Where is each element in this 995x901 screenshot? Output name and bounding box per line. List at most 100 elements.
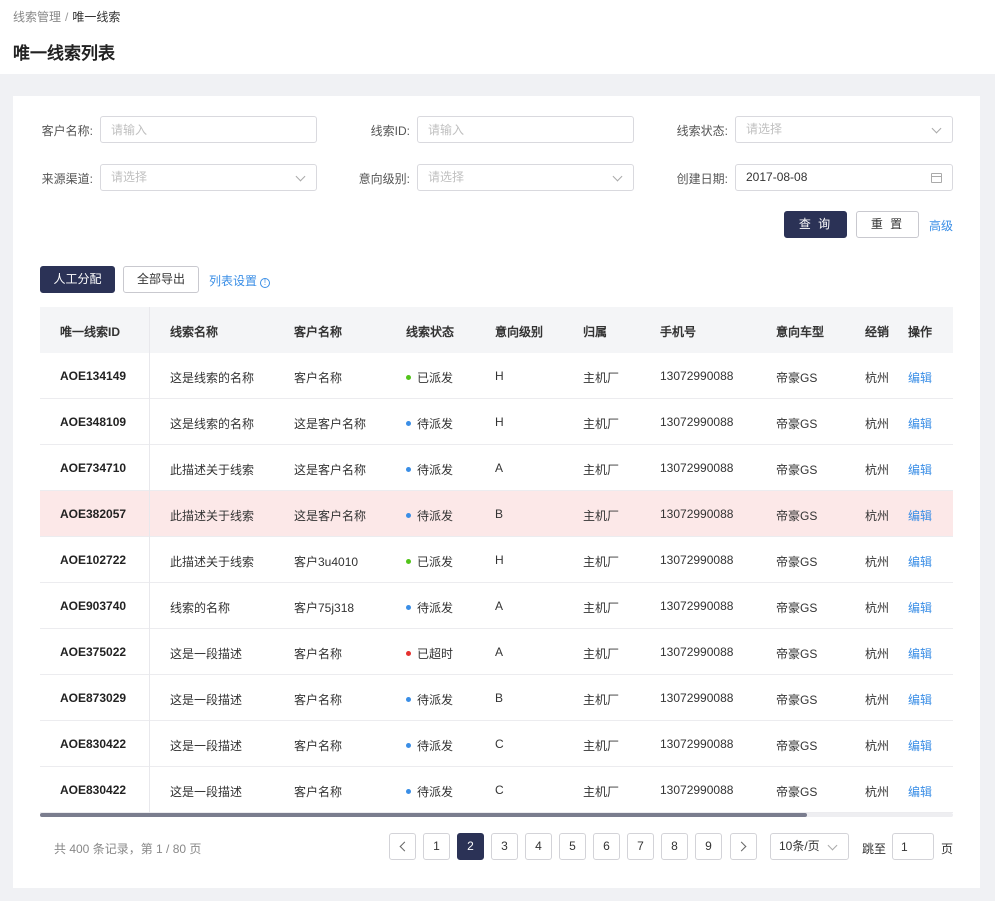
cell-phone: 13072990088 [660, 691, 734, 705]
cell-customer: 客户名称 [294, 739, 343, 753]
intent-level-select[interactable]: 请选择 [417, 164, 634, 191]
status-dot-icon [406, 651, 411, 656]
status-text: 待派发 [417, 509, 454, 523]
table-row[interactable]: AOE102722 此描述关于线索 客户3u4010 已派发 H 主机厂 130729900… [40, 537, 953, 583]
cell-model: 帝豪GS [776, 785, 818, 799]
cell-phone: 13072990088 [660, 599, 734, 613]
list-settings-link[interactable]: 列表设置! [209, 272, 271, 289]
table-row[interactable]: AOE830422 这是一段描述 客户名称 待派发 C 主机厂 13072990088 帝豪G… [40, 767, 953, 813]
table-row[interactable]: AOE830422 这是一段描述 客户名称 待派发 C 主机厂 13072990088 帝豪G… [40, 721, 953, 767]
cell-id: AOE830422 [60, 783, 127, 797]
status-dot-icon [406, 513, 411, 518]
status-text: 已派发 [417, 555, 454, 569]
lead-status-select[interactable]: 请选择 [735, 116, 953, 143]
cell-owner: 主机厂 [583, 371, 620, 385]
status-text: 已超时 [417, 647, 454, 661]
page-button[interactable]: 3 [491, 833, 518, 860]
page-button[interactable]: 2 [457, 833, 484, 860]
cell-owner: 主机厂 [583, 555, 620, 569]
cell-dealer: 杭州 [865, 463, 889, 477]
jump-page-input[interactable] [892, 833, 934, 860]
page-size-select[interactable]: 10条/页 [770, 833, 849, 860]
cell-level: H [495, 415, 504, 429]
created-date-value: 2017-08-08 [746, 170, 808, 184]
status-dot-icon [406, 743, 411, 748]
table-row[interactable]: AOE348109 这是线索的名称 这是客户名称 待派发 H 主机厂 13072990088… [40, 399, 953, 445]
info-icon: ! [260, 278, 271, 288]
cell-owner: 主机厂 [583, 739, 620, 753]
edit-link[interactable]: 编辑 [908, 645, 932, 662]
breadcrumb-separator: / [65, 10, 69, 24]
table-row[interactable]: AOE903740 线索的名称 客户75j318 待派发 A 主机厂 13072990088… [40, 583, 953, 629]
source-channel-label: 来源渠道: [41, 172, 93, 186]
advanced-link[interactable]: 高级 [929, 217, 953, 234]
cell-level: A [495, 645, 504, 659]
cell-name: 此描述关于线索 [170, 509, 255, 523]
status-cell: 待派发 [406, 415, 453, 432]
status-dot-icon [406, 375, 411, 380]
status-text: 待派发 [417, 785, 454, 799]
created-date-picker[interactable]: 2017-08-08 [735, 164, 953, 191]
cell-dealer: 杭州 [865, 417, 889, 431]
cell-customer: 这是客户名称 [294, 509, 367, 523]
customer-name-input[interactable] [111, 117, 306, 142]
edit-link[interactable]: 编辑 [908, 369, 932, 386]
scrollbar-thumb[interactable] [40, 813, 807, 817]
source-channel-select[interactable]: 请选择 [100, 164, 317, 191]
cell-owner: 主机厂 [583, 693, 620, 707]
edit-link[interactable]: 编辑 [908, 461, 932, 478]
status-dot-icon [406, 421, 411, 426]
page-button[interactable]: 6 [593, 833, 620, 860]
table-row[interactable]: AOE873029 这是一段描述 客户名称 待派发 B 主机厂 13072990088 帝豪G… [40, 675, 953, 721]
table-row[interactable]: AOE375022 这是一段描述 客户名称 已超时 A 主机厂 13072990088 帝豪G… [40, 629, 953, 675]
intent-level-placeholder: 请选择 [428, 170, 465, 184]
edit-link[interactable]: 编辑 [908, 737, 932, 754]
export-all-button[interactable]: 全部导出 [123, 266, 199, 293]
customer-name-field[interactable] [100, 116, 317, 143]
status-cell: 已派发 [406, 553, 453, 570]
status-text: 已派发 [417, 371, 454, 385]
cell-model: 帝豪GS [776, 647, 818, 661]
chevron-down-icon [931, 123, 942, 134]
next-page-button[interactable] [730, 833, 757, 860]
calendar-icon [931, 173, 942, 183]
table-row[interactable]: AOE734710 此描述关于线索 这是客户名称 待派发 A 主机厂 13072990088… [40, 445, 953, 491]
cell-owner: 主机厂 [583, 601, 620, 615]
reset-button[interactable]: 重 置 [856, 211, 919, 238]
pagination-summary: 共 400 条记录，第 1 / 80 页 [54, 842, 202, 856]
cell-dealer: 杭州 [865, 371, 889, 385]
lead-id-input[interactable] [428, 117, 623, 142]
breadcrumb-parent[interactable]: 线索管理 [13, 10, 61, 24]
edit-link[interactable]: 编辑 [908, 691, 932, 708]
cell-phone: 13072990088 [660, 461, 734, 475]
cell-phone: 13072990088 [660, 737, 734, 751]
lead-id-field[interactable] [417, 116, 634, 143]
cell-owner: 主机厂 [583, 785, 620, 799]
status-cell: 待派发 [406, 691, 453, 708]
prev-page-button[interactable] [389, 833, 416, 860]
cell-owner: 主机厂 [583, 647, 620, 661]
table-row[interactable]: AOE134149 这是线索的名称 客户名称 已派发 H 主机厂 13072990088 帝豪… [40, 353, 953, 399]
page-button[interactable]: 1 [423, 833, 450, 860]
page-button[interactable]: 9 [695, 833, 722, 860]
customer-name-label: 客户名称: [41, 124, 93, 138]
cell-model: 帝豪GS [776, 509, 818, 523]
status-text: 待派发 [417, 463, 454, 477]
status-text: 待派发 [417, 739, 454, 753]
page-button[interactable]: 7 [627, 833, 654, 860]
table-row[interactable]: AOE382057 此描述关于线索 这是客户名称 待派发 B 主机厂 13072990088… [40, 491, 953, 537]
list-settings-label: 列表设置 [209, 274, 258, 288]
edit-link[interactable]: 编辑 [908, 599, 932, 616]
query-button[interactable]: 查 询 [784, 211, 847, 238]
column-header: 线索状态 [406, 325, 455, 339]
chevron-down-icon [612, 171, 623, 182]
page-button[interactable]: 8 [661, 833, 688, 860]
manual-assign-button[interactable]: 人工分配 [40, 266, 115, 293]
page-button[interactable]: 5 [559, 833, 586, 860]
edit-link[interactable]: 编辑 [908, 553, 932, 570]
edit-link[interactable]: 编辑 [908, 783, 932, 800]
horizontal-scrollbar[interactable] [40, 813, 953, 817]
edit-link[interactable]: 编辑 [908, 415, 932, 432]
page-button[interactable]: 4 [525, 833, 552, 860]
edit-link[interactable]: 编辑 [908, 507, 932, 524]
